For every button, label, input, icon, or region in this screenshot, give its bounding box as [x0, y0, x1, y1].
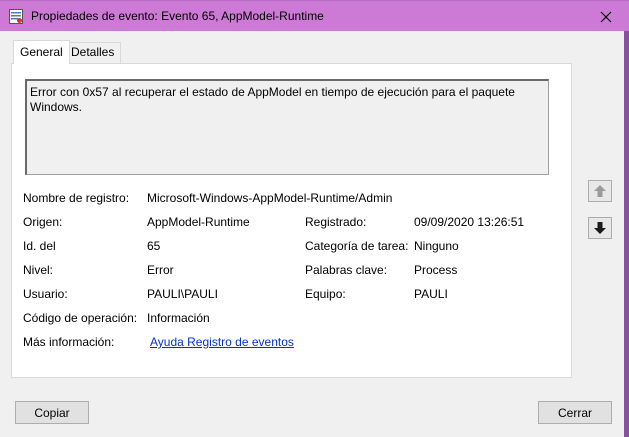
value-log-name: Microsoft-Windows-AppModel-Runtime/Admin — [147, 191, 393, 205]
label-user: Usuario: — [23, 287, 68, 301]
tab-general[interactable]: General — [13, 40, 70, 64]
close-button[interactable]: Cerrar — [538, 401, 612, 424]
label-keywords: Palabras clave: — [305, 263, 388, 277]
label-level: Nivel: — [23, 263, 54, 277]
value-task-category: Ninguno — [414, 239, 459, 253]
label-task-category: Categoría de tarea: — [305, 239, 409, 253]
arrow-down-icon — [594, 222, 606, 234]
label-opcode: Código de operación: — [23, 311, 138, 325]
label-logged: Registrado: — [305, 215, 367, 229]
value-logged: 09/09/2020 13:26:51 — [414, 215, 525, 229]
tab-details[interactable]: Detalles — [64, 42, 122, 63]
value-event-id: 65 — [147, 239, 161, 253]
next-event-button[interactable] — [588, 217, 612, 239]
general-panel: Error con 0x57 al recuperar el estado de… — [11, 63, 572, 378]
value-opcode: Información — [147, 311, 210, 325]
event-viewer-icon — [9, 9, 23, 24]
value-user: PAULI\PAULI — [147, 287, 218, 301]
value-keywords: Process — [414, 263, 458, 277]
value-computer: PAULI — [414, 287, 448, 301]
close-window-button[interactable] — [583, 1, 629, 32]
event-log-help-link[interactable]: Ayuda Registro de eventos — [150, 335, 294, 349]
label-more-info: Más información: — [23, 335, 115, 349]
label-log-name: Nombre de registro: — [23, 191, 130, 205]
previous-event-button[interactable] — [588, 180, 612, 202]
arrow-up-icon — [594, 185, 606, 197]
title-bar[interactable]: Propiedades de evento: Evento 65, AppMod… — [0, 0, 629, 31]
close-icon — [600, 11, 612, 22]
value-source: AppModel-Runtime — [147, 215, 250, 229]
window-title: Propiedades de evento: Evento 65, AppMod… — [31, 9, 324, 23]
label-computer: Equipo: — [305, 287, 346, 301]
copy-button[interactable]: Copiar — [15, 401, 89, 424]
label-source: Origen: — [23, 215, 63, 229]
label-event-id: Id. del — [23, 239, 56, 253]
window-edge — [624, 31, 629, 437]
event-description[interactable]: Error con 0x57 al recuperar el estado de… — [25, 79, 549, 175]
value-level: Error — [147, 263, 174, 277]
